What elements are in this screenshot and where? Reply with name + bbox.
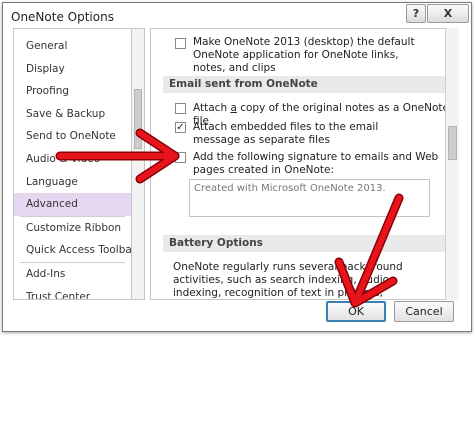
annotation-overlay <box>55 128 404 308</box>
arrow-down-icon <box>334 193 404 308</box>
arrow-left-icon <box>55 128 180 184</box>
